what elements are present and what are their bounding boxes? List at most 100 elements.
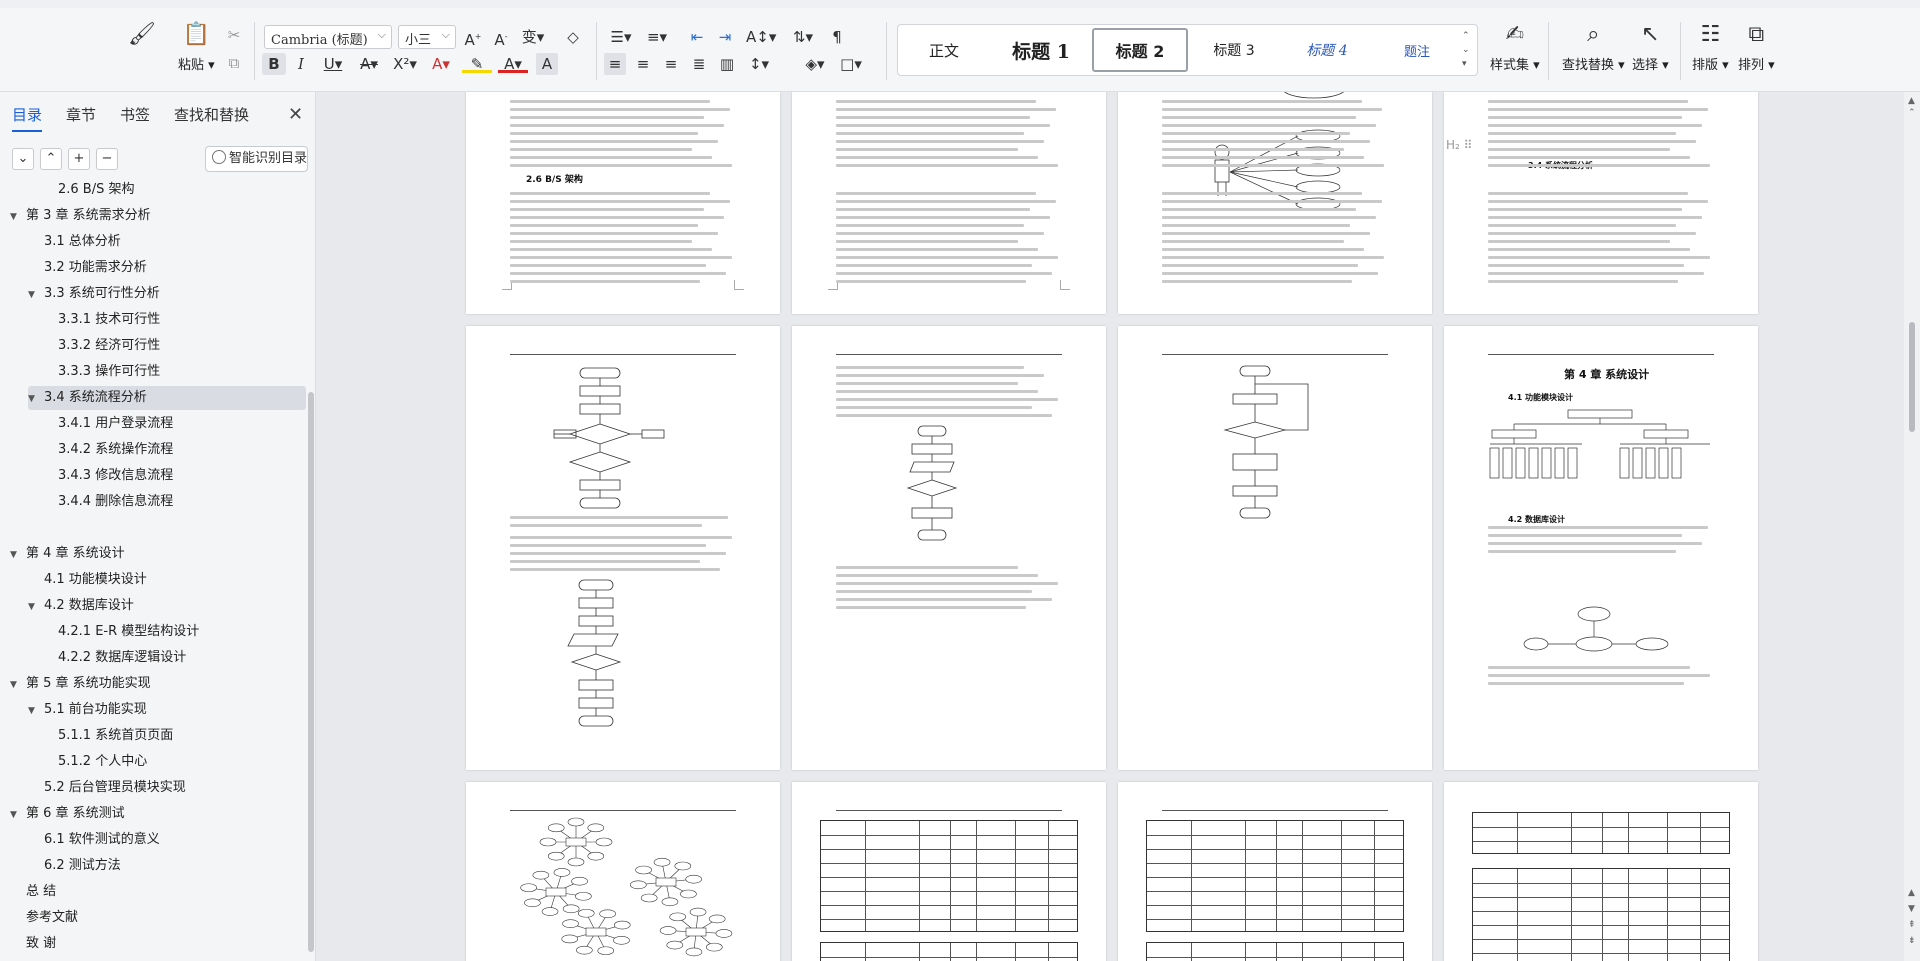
italic-icon[interactable]: I (290, 53, 312, 75)
page-thumbnail[interactable] (792, 326, 1106, 770)
add-heading-icon[interactable]: + (68, 148, 90, 170)
grow-font-icon[interactable]: A+ (462, 26, 484, 49)
page-thumbnail[interactable]: 3.4 系统流程分析 (1444, 92, 1758, 314)
shrink-font-icon[interactable]: A- (490, 26, 512, 49)
toc-item[interactable]: 4.2.1 E-R 模型结构设计 (58, 620, 199, 644)
toc-item[interactable]: 5.1.1 系统首页页面 (58, 724, 173, 748)
align-center-icon[interactable]: ≡ (632, 53, 654, 75)
toc-item[interactable]: 6.1 软件测试的意义 (44, 828, 160, 852)
distribute-icon[interactable]: ▥ (716, 53, 738, 75)
clear-format-icon[interactable]: ◇ (562, 26, 584, 48)
tab-chapters[interactable]: 章节 (66, 104, 96, 125)
toc-item[interactable]: 2.6 B/S 架构 (58, 178, 135, 202)
char-shading-icon[interactable]: A (536, 53, 558, 75)
close-icon[interactable]: ✕ (288, 104, 303, 125)
style-heading-2[interactable]: 标题 2 (1092, 28, 1188, 72)
toc-item[interactable]: 6.2 测试方法 (44, 854, 121, 878)
page-thumbnail[interactable] (792, 782, 1106, 961)
document-canvas[interactable]: 2.6 B/S 架构 3.4 系统流程分析 (316, 92, 1904, 961)
text-direction-icon[interactable]: A↕▾ (746, 26, 776, 48)
expand-arrow-icon[interactable]: ▼ (28, 595, 42, 619)
toc-item[interactable]: 3.3.1 技术可行性 (58, 308, 160, 332)
toc-item[interactable]: ▼ 第 5 章 系统功能实现 (10, 672, 151, 696)
toc-item[interactable]: ▼ 3.3 系统可行性分析 (28, 282, 160, 306)
expand-arrow-icon[interactable]: ▼ (28, 283, 42, 307)
page-thumbnail[interactable] (1444, 782, 1758, 961)
format-brush-button[interactable]: 🖌 (128, 22, 156, 54)
toc-item[interactable]: 4.1 功能模块设计 (44, 568, 147, 592)
expand-arrow-icon[interactable]: ▼ (10, 803, 24, 827)
tab-find-replace[interactable]: 查找和替换 (174, 104, 249, 125)
toc-item[interactable]: 3.4.3 修改信息流程 (58, 464, 173, 488)
page-down-icon[interactable]: ⇟ (1908, 936, 1916, 946)
expand-arrow-icon[interactable]: ▼ (10, 205, 24, 229)
find-replace-button[interactable]: ⌕ 查找替换 ▾ (1562, 22, 1625, 73)
expand-arrow-icon[interactable]: ▼ (10, 543, 24, 567)
toc-item[interactable]: ▼ 3.4 系统流程分析 (28, 386, 147, 410)
toc-item[interactable]: 3.3.3 操作可行性 (58, 360, 160, 384)
toc-item[interactable]: ▼ 5.1 前台功能实现 (28, 698, 147, 722)
toc-item[interactable]: 3.4.4 删除信息流程 (58, 490, 173, 514)
strikethrough-icon[interactable]: A▾ (354, 53, 384, 75)
copy-icon[interactable]: ⧉ (224, 52, 244, 74)
line-spacing-icon[interactable]: ↕▾ (744, 53, 774, 75)
page-thumbnail[interactable] (792, 92, 1106, 314)
toc-item[interactable]: 3.3.2 经济可行性 (58, 334, 160, 358)
style-normal[interactable]: 正文 (898, 25, 990, 75)
underline-icon[interactable]: U▾ (318, 53, 348, 75)
toc-item[interactable]: 4.2.2 数据库逻辑设计 (58, 646, 186, 670)
expand-arrow-icon[interactable]: ▼ (10, 673, 24, 697)
toc-item[interactable]: ▼ 4.2 数据库设计 (28, 594, 134, 618)
style-heading-1[interactable]: 标题 1 (990, 25, 1092, 75)
toc-item[interactable]: 致 谢 (26, 932, 56, 956)
layout-button[interactable]: ☷ 排版 ▾ (1692, 22, 1729, 73)
page-thumbnail[interactable]: 第 4 章 系统设计 4.1 功能模块设计 4.2 数据库设计 (1444, 326, 1758, 770)
sidebar-scrollbar[interactable] (308, 392, 314, 952)
justify-icon[interactable]: ≣ (688, 53, 710, 75)
toc-item[interactable]: ▼ 第 6 章 系统测试 (10, 802, 125, 826)
align-left-icon[interactable]: ≡ (604, 53, 626, 75)
toc-item[interactable]: 5.1.2 个人中心 (58, 750, 147, 774)
document-scrollbar[interactable]: ▲ ⌃ ▲ ▼ ⇞ ⇟ (1904, 92, 1920, 961)
page-thumbnail[interactable] (1118, 782, 1432, 961)
toc-item[interactable]: 3.4.1 用户登录流程 (58, 412, 173, 436)
remove-heading-icon[interactable]: − (96, 148, 118, 170)
style-set-button[interactable]: ✍ 样式集 ▾ (1490, 22, 1540, 73)
gallery-scroll[interactable]: ⌃ ⌄ ▾ (1462, 29, 1470, 71)
chevron-up-icon[interactable]: ▲ (1908, 888, 1915, 898)
shading-icon[interactable]: ◈▾ (800, 53, 830, 75)
page-thumbnail[interactable] (466, 326, 780, 770)
phonetic-icon[interactable]: 变▾ (518, 26, 548, 48)
increase-indent-icon[interactable]: ⇥ (714, 26, 736, 48)
toc-item[interactable]: 3.4.2 系统操作流程 (58, 438, 173, 462)
font-size-select[interactable]: 小三 ⌵ (398, 25, 456, 49)
text-effect-icon[interactable]: A▾ (426, 53, 456, 75)
toc-item[interactable]: 5.2 后台管理员模块实现 (44, 776, 186, 800)
toc-item[interactable]: 3.1 总体分析 (44, 230, 121, 254)
font-color-icon[interactable]: A▾ (498, 53, 528, 73)
toc-item[interactable]: ▼ 第 4 章 系统设计 (10, 542, 125, 566)
numbered-list-icon[interactable]: ≡▾ (642, 26, 672, 48)
expand-up-icon[interactable]: ⌃ (40, 148, 62, 170)
show-marks-icon[interactable]: ¶ (824, 26, 850, 48)
style-caption[interactable]: 题注 (1376, 25, 1458, 75)
bold-icon[interactable]: B (262, 53, 286, 75)
select-button[interactable]: ↖ 选择 ▾ (1632, 22, 1669, 73)
superscript-icon[interactable]: X²▾ (390, 53, 420, 75)
tab-toc[interactable]: 目录 (12, 104, 43, 132)
toc-item[interactable]: 参考文献 (26, 906, 78, 930)
toc-item[interactable]: 3.2 功能需求分析 (44, 256, 147, 280)
page-thumbnail[interactable] (466, 782, 780, 961)
cut-icon[interactable]: ✂ (224, 24, 244, 46)
toc-item[interactable]: ▼ 第 3 章 系统需求分析 (10, 204, 151, 228)
page-up-icon[interactable]: ⇞ (1908, 920, 1916, 930)
chevron-up-icon[interactable]: ⌃ (1908, 108, 1916, 118)
chevron-up-icon[interactable]: ▲ (1908, 96, 1915, 106)
tab-bookmarks[interactable]: 书签 (120, 104, 150, 125)
smart-toc-button[interactable]: 智能识别目录 (205, 146, 308, 172)
paste-button[interactable]: 📋 粘贴 ▾ (178, 22, 215, 73)
collapse-all-icon[interactable]: ⌄ (12, 148, 34, 170)
sort-icon[interactable]: ⇅▾ (788, 26, 818, 48)
expand-arrow-icon[interactable]: ▼ (28, 699, 42, 723)
toc-item[interactable]: 总 结 (26, 880, 56, 904)
